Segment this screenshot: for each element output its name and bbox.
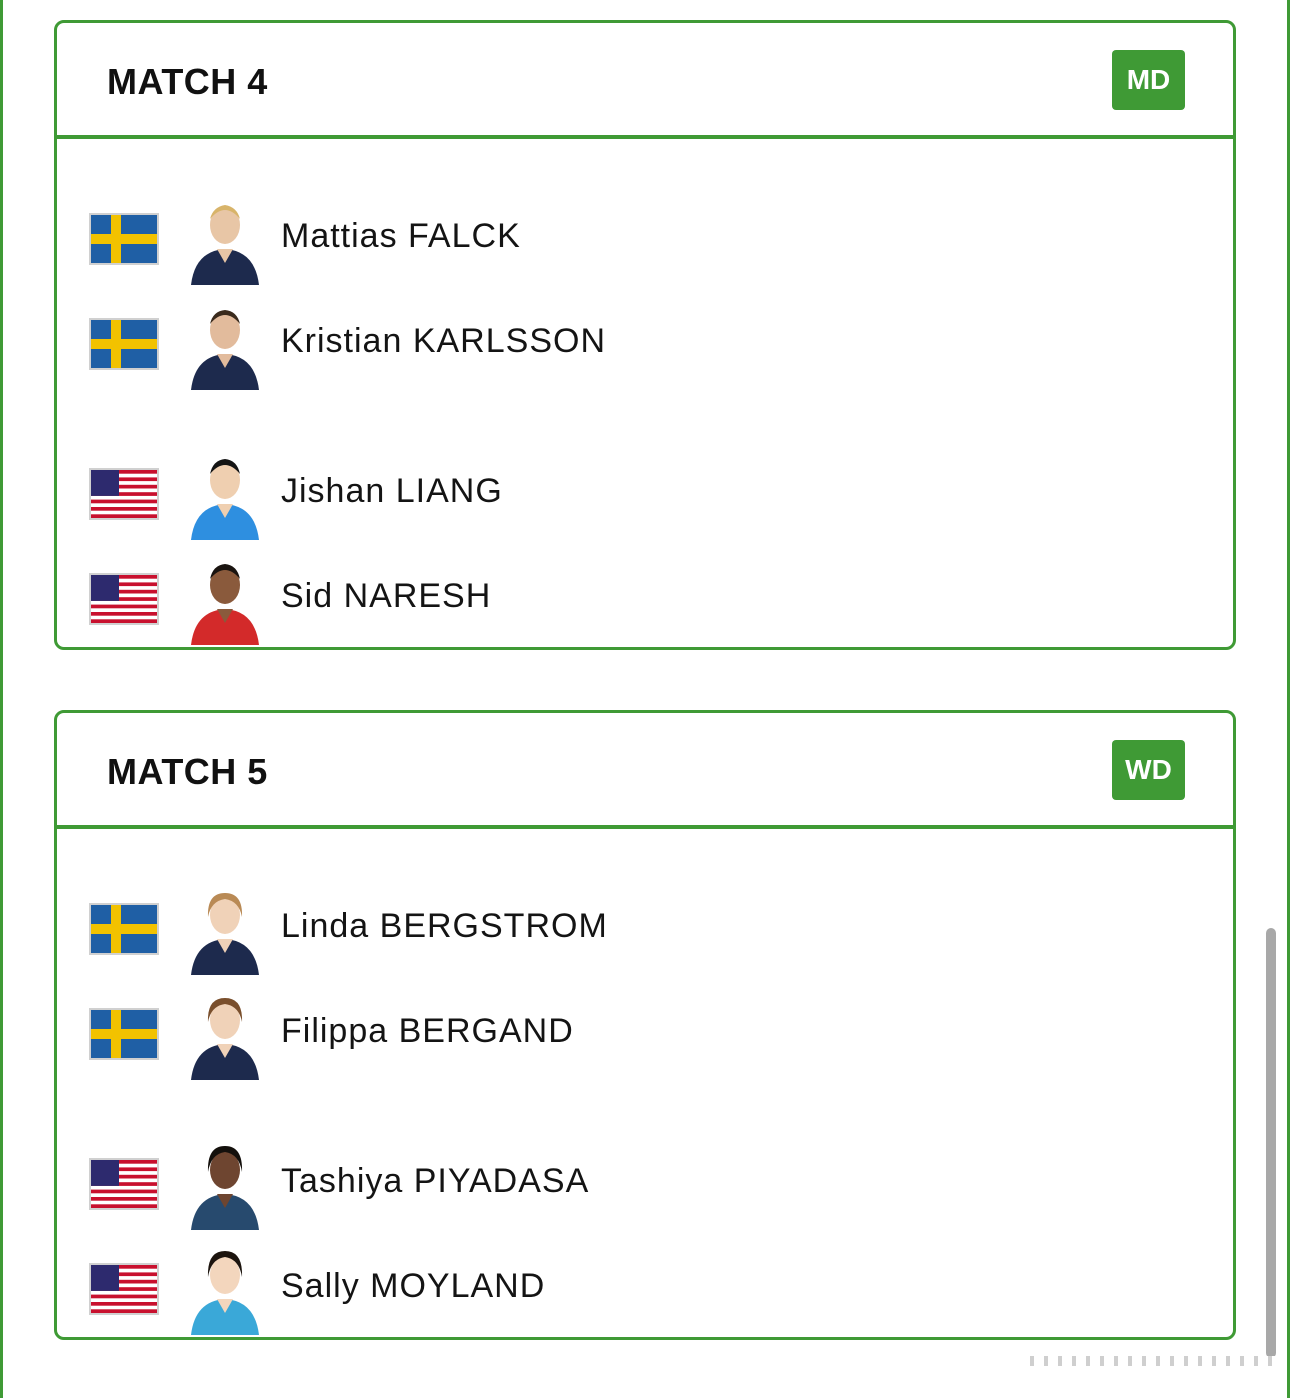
player-name: Mattias FALCK (281, 217, 521, 255)
bottom-edge-artifact (1030, 1356, 1276, 1366)
sweden-flag-icon (89, 903, 159, 955)
player-name: Kristian KARLSSON (281, 322, 606, 360)
sweden-flag-icon (89, 318, 159, 370)
player-row[interactable]: Sally MOYLAND (87, 1243, 1187, 1339)
match-title: MATCH 5 (107, 751, 268, 792)
player-row[interactable]: Linda BERGSTROM (87, 883, 1187, 979)
player-row[interactable]: Filippa BERGAND (87, 988, 1187, 1084)
player-name: Sally MOYLAND (281, 1267, 546, 1305)
player-avatar (187, 298, 263, 390)
usa-flag-icon (89, 573, 159, 625)
usa-flag-icon (89, 1158, 159, 1210)
vertical-scrollbar[interactable] (1266, 928, 1276, 1358)
player-avatar (187, 1138, 263, 1230)
page-frame: MATCH 4 MD Mattias FALCK Kristian KARLSS… (0, 0, 1290, 1398)
sweden-flag-icon (89, 213, 159, 265)
player-row[interactable]: Tashiya PIYADASA (87, 1138, 1187, 1234)
sweden-flag-icon (89, 1008, 159, 1060)
match-card-4: MATCH 4 MD Mattias FALCK Kristian KARLSS… (54, 20, 1236, 650)
player-row[interactable]: Kristian KARLSSON (87, 298, 1187, 394)
player-name: Linda BERGSTROM (281, 907, 608, 945)
frame-border-left (0, 0, 3, 1398)
player-avatar (187, 988, 263, 1080)
usa-flag-icon (89, 1263, 159, 1315)
player-avatar (187, 193, 263, 285)
match-title: MATCH 4 (107, 61, 268, 102)
player-name: Tashiya PIYADASA (281, 1162, 590, 1200)
player-avatar (187, 1243, 263, 1335)
match-header: MATCH 4 MD (57, 23, 1233, 139)
player-avatar (187, 553, 263, 645)
match-header: MATCH 5 WD (57, 713, 1233, 829)
match-type-badge: WD (1112, 740, 1185, 800)
usa-flag-icon (89, 468, 159, 520)
player-name: Jishan LIANG (281, 472, 503, 510)
player-row[interactable]: Sid NARESH (87, 553, 1187, 649)
player-avatar (187, 883, 263, 975)
player-row[interactable]: Jishan LIANG (87, 448, 1187, 544)
player-avatar (187, 448, 263, 540)
player-row[interactable]: Mattias FALCK (87, 193, 1187, 289)
player-name: Filippa BERGAND (281, 1012, 574, 1050)
match-card-5: MATCH 5 WD Linda BERGSTROM Filippa BERGA… (54, 710, 1236, 1340)
player-name: Sid NARESH (281, 577, 492, 615)
match-type-badge: MD (1112, 50, 1185, 110)
